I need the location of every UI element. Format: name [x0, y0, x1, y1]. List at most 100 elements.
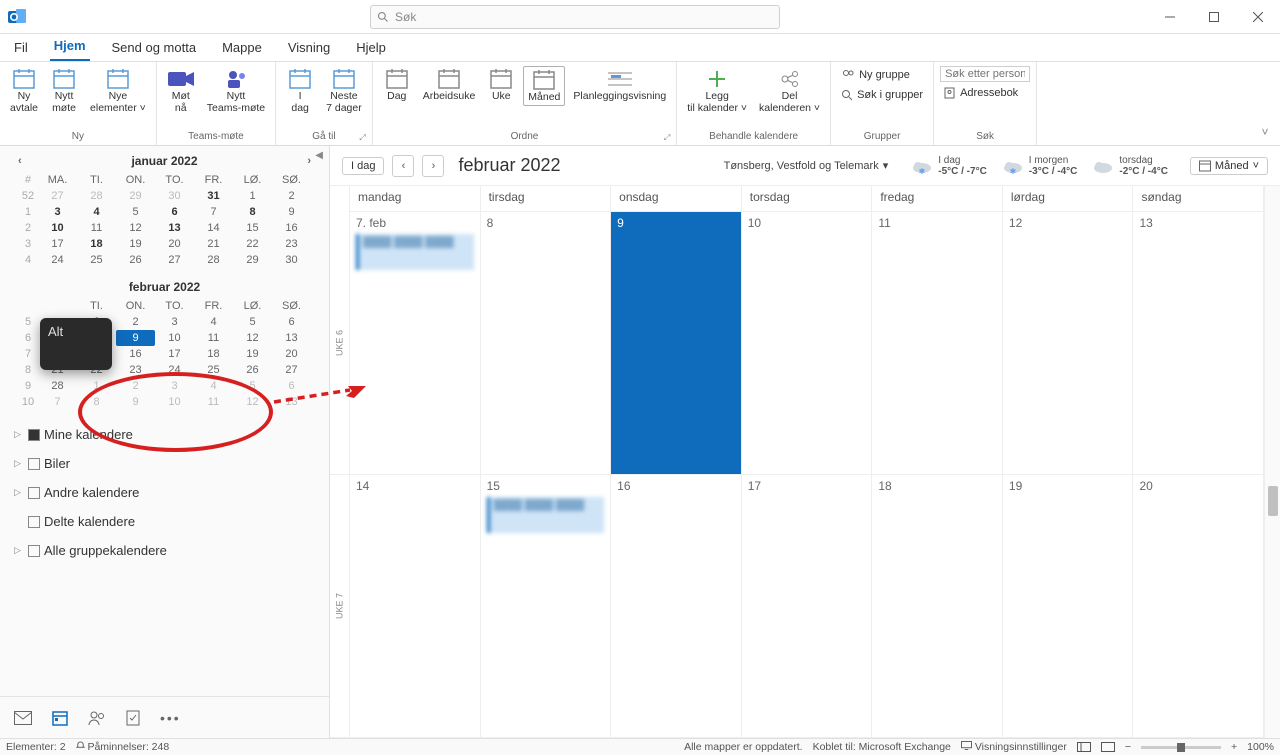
search-people-input[interactable]: [940, 66, 1030, 82]
calendar-cell[interactable]: 16: [611, 475, 742, 737]
calendar-cell[interactable]: 19: [1003, 475, 1134, 737]
weather-location[interactable]: Tønsberg, Vestfold og Telemark ▾: [724, 159, 889, 172]
mini-day[interactable]: 23: [116, 362, 155, 378]
mini-day[interactable]: 4: [194, 378, 233, 394]
tab-send-og-motta[interactable]: Send og motta: [108, 36, 201, 61]
mini-day[interactable]: 27: [155, 252, 194, 268]
ribbon-arbeidsuke[interactable]: Arbeidsuke: [419, 66, 480, 104]
mini-day[interactable]: 3: [155, 378, 194, 394]
mini-day[interactable]: 26: [116, 252, 155, 268]
mini-day[interactable]: 20: [272, 346, 311, 362]
mini-day[interactable]: 5: [116, 204, 155, 220]
ribbon-nytt-møte[interactable]: Nyttmøte: [46, 66, 82, 116]
ribbon-neste-7-dager[interactable]: Neste7 dager: [322, 66, 366, 116]
mini-day[interactable]: 23: [272, 236, 311, 252]
mini-day[interactable]: 7: [38, 394, 77, 410]
mini-calendar-jan[interactable]: ‹januar 2022›#MA.TI.ON.TO.FR.LØ.SØ.52272…: [0, 146, 329, 272]
mini-day[interactable]: 3: [155, 314, 194, 330]
mini-day[interactable]: 4: [194, 314, 233, 330]
checkbox[interactable]: [28, 429, 40, 441]
calendar-cell[interactable]: 14: [350, 475, 481, 737]
zoom-slider[interactable]: [1141, 746, 1221, 749]
mini-day[interactable]: 11: [194, 394, 233, 410]
ribbon-måned[interactable]: Måned: [523, 66, 565, 106]
checkbox[interactable]: [28, 487, 40, 499]
mini-day[interactable]: 28: [38, 378, 77, 394]
mini-day[interactable]: 9: [272, 204, 311, 220]
mini-day[interactable]: 22: [233, 236, 272, 252]
mini-day[interactable]: 18: [77, 236, 116, 252]
mini-day[interactable]: 26: [233, 362, 272, 378]
mini-day[interactable]: 25: [77, 252, 116, 268]
calendar-cell[interactable]: 17: [742, 475, 873, 737]
zoom-in-icon[interactable]: +: [1231, 741, 1237, 753]
mini-day[interactable]: 19: [233, 346, 272, 362]
mini-day[interactable]: 7: [194, 204, 233, 220]
mini-day[interactable]: 13: [272, 330, 311, 346]
mini-day[interactable]: 30: [155, 188, 194, 204]
next-button[interactable]: ›: [422, 155, 444, 177]
mini-day[interactable]: 6: [155, 204, 194, 220]
window-minimize[interactable]: [1148, 0, 1192, 34]
ribbon-dag[interactable]: Dag: [379, 66, 415, 104]
calendar-group-alle-gruppekalendere[interactable]: ▷Alle gruppekalendere: [10, 536, 319, 565]
checkbox[interactable]: [28, 516, 40, 528]
mini-day[interactable]: 21: [194, 236, 233, 252]
tab-visning[interactable]: Visning: [284, 36, 334, 61]
calendar-cell[interactable]: 10: [742, 212, 873, 474]
checkbox[interactable]: [28, 545, 40, 557]
ribbon-søk-i-grupper[interactable]: Søk i grupper: [837, 86, 927, 104]
mini-day[interactable]: 24: [155, 362, 194, 378]
mini-day[interactable]: 28: [77, 188, 116, 204]
calendar-cell[interactable]: 20: [1133, 475, 1264, 737]
tab-fil[interactable]: Fil: [10, 36, 32, 61]
prev-button[interactable]: ‹: [392, 155, 414, 177]
calendar-cell[interactable]: 12: [1003, 212, 1134, 474]
calendar-group-andre-kalendere[interactable]: ▷Andre kalendere: [10, 478, 319, 507]
mini-day[interactable]: 8: [77, 394, 116, 410]
mini-day[interactable]: 19: [116, 236, 155, 252]
calendar-group-delte-kalendere[interactable]: Delte kalendere: [10, 507, 319, 536]
mini-day[interactable]: 5: [233, 314, 272, 330]
mini-day[interactable]: 11: [194, 330, 233, 346]
mini-day[interactable]: 1: [77, 378, 116, 394]
calendar-event[interactable]: ████ ████ ████: [356, 234, 474, 270]
mini-day[interactable]: 27: [272, 362, 311, 378]
ribbon-del-kalenderen[interactable]: Delkalenderen ˅: [755, 66, 824, 116]
mini-day[interactable]: 29: [233, 252, 272, 268]
mini-day[interactable]: 2: [272, 188, 311, 204]
mini-day[interactable]: 1: [233, 188, 272, 204]
scrollbar-thumb[interactable]: [1268, 486, 1278, 516]
tab-mappe[interactable]: Mappe: [218, 36, 266, 61]
next-month-icon[interactable]: ›: [307, 155, 311, 167]
ribbon-collapse[interactable]: ˅: [1250, 62, 1280, 145]
calendar-cell[interactable]: 9: [611, 212, 742, 474]
mini-day[interactable]: 31: [194, 188, 233, 204]
weather-0[interactable]: ❄I dag-5°C / -7°C: [910, 155, 987, 177]
mini-day[interactable]: 16: [272, 220, 311, 236]
tasks-icon[interactable]: [126, 710, 140, 726]
mini-day[interactable]: 2: [116, 378, 155, 394]
mini-day[interactable]: 30: [272, 252, 311, 268]
ribbon-planleggingsvisning[interactable]: Planleggingsvisning: [569, 66, 670, 104]
calendar-group-biler[interactable]: ▷Biler: [10, 449, 319, 478]
zoom-out-icon[interactable]: −: [1125, 741, 1131, 753]
mini-day[interactable]: 3: [38, 204, 77, 220]
mini-day[interactable]: 10: [38, 220, 77, 236]
calendar-cell[interactable]: 11: [872, 212, 1003, 474]
calendar-cell[interactable]: 15████ ████ ████: [481, 475, 612, 737]
checkbox[interactable]: [28, 458, 40, 470]
view-normal-icon[interactable]: [1077, 742, 1091, 752]
ribbon-adressebok[interactable]: Adressebok: [940, 84, 1030, 102]
calendar-group-mine-kalendere[interactable]: ▷Mine kalendere: [10, 420, 319, 449]
tab-hjelp[interactable]: Hjelp: [352, 36, 390, 61]
today-button[interactable]: I dag: [342, 157, 384, 175]
ribbon-møt-nå[interactable]: Møtnå: [163, 66, 199, 116]
mini-day[interactable]: 27: [38, 188, 77, 204]
calendar-cell[interactable]: 8: [481, 212, 612, 474]
mini-day[interactable]: 17: [38, 236, 77, 252]
window-close[interactable]: [1236, 0, 1280, 34]
mini-day[interactable]: 9: [116, 394, 155, 410]
calendar-cell[interactable]: 7. feb████ ████ ████: [350, 212, 481, 474]
global-search[interactable]: Søk: [370, 5, 780, 29]
